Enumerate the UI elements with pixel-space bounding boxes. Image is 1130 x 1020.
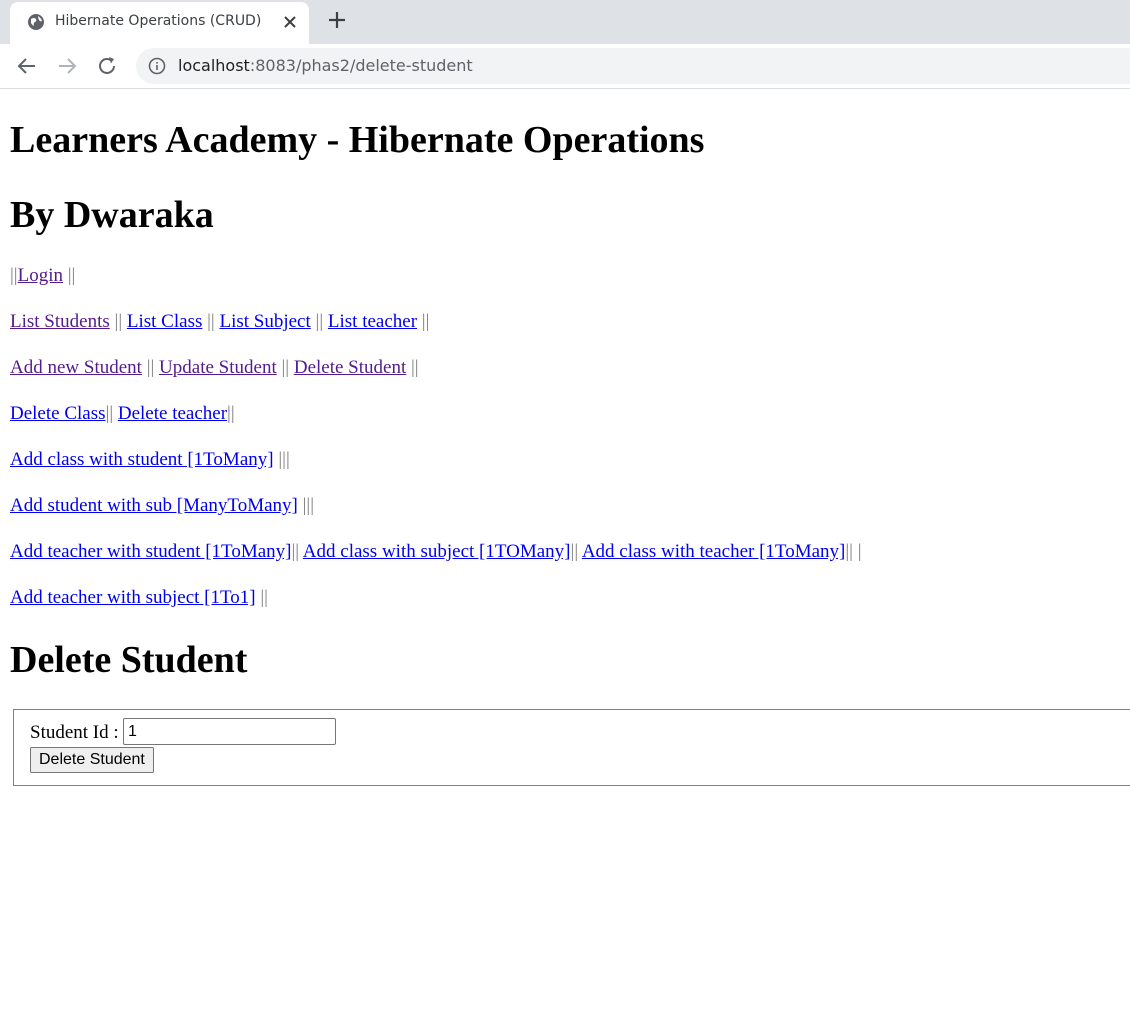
separator: || xyxy=(109,311,127,332)
separator: ||| xyxy=(273,449,290,470)
separator: || xyxy=(202,311,220,332)
update-student-link[interactable]: Update Student xyxy=(159,357,277,378)
separator: || xyxy=(141,357,160,378)
separator: || xyxy=(291,541,303,562)
separator: || xyxy=(63,265,76,286)
globe-icon xyxy=(28,14,44,30)
student-id-input[interactable] xyxy=(123,718,336,745)
close-icon[interactable] xyxy=(280,12,300,32)
separator: || | xyxy=(845,541,862,562)
separator: || xyxy=(105,403,118,424)
add-class-with-teacher-link[interactable]: Add class with teacher [1ToMany] xyxy=(582,541,846,562)
separator: || xyxy=(227,403,235,424)
tab-title: Hibernate Operations (CRUD) xyxy=(55,13,262,29)
add-student-with-sub-link[interactable]: Add student with sub [ManyToMany] xyxy=(10,495,298,516)
list-class-link[interactable]: List Class xyxy=(127,311,202,332)
delete-teacher-link[interactable]: Delete teacher xyxy=(118,403,227,424)
nav-row-student-ops: Add new Student || Update Student || Del… xyxy=(10,358,419,377)
nav-row-delete-ops: Delete Class|| Delete teacher|| xyxy=(10,404,235,423)
browser-tab[interactable]: Hibernate Operations (CRUD) xyxy=(10,2,309,44)
nav-row-student-sub: Add student with sub [ManyToMany] ||| xyxy=(10,496,314,515)
list-students-link[interactable]: List Students xyxy=(10,311,110,332)
list-subject-link[interactable]: List Subject xyxy=(219,311,310,332)
delete-student-form: Student Id : Delete Student xyxy=(13,709,1130,786)
separator: || xyxy=(255,587,268,608)
separator: || xyxy=(10,265,18,286)
add-teacher-with-student-link[interactable]: Add teacher with student [1ToMany] xyxy=(10,541,291,562)
reload-icon[interactable] xyxy=(95,54,119,78)
forward-arrow-icon[interactable] xyxy=(55,54,79,78)
author-heading: By Dwaraka xyxy=(10,194,214,236)
login-link[interactable]: Login xyxy=(18,265,63,286)
list-teacher-link[interactable]: List teacher xyxy=(328,311,417,332)
browser-toolbar: localhost:8083/phas2/delete-student xyxy=(0,44,1130,89)
nav-row-relations: Add teacher with student [1ToMany]|| Add… xyxy=(10,542,862,561)
separator: || xyxy=(570,541,582,562)
page-content: Learners Academy - Hibernate Operations … xyxy=(0,89,1130,1020)
address-bar[interactable]: localhost:8083/phas2/delete-student xyxy=(136,48,1130,84)
student-id-label: Student Id : xyxy=(30,722,119,743)
browser-tab-strip: Hibernate Operations (CRUD) xyxy=(0,0,1130,44)
nav-row-teacher-subject: Add teacher with subject [1To1] || xyxy=(10,588,268,607)
separator: ||| xyxy=(297,495,315,516)
nav-row-class-student: Add class with student [1ToMany] ||| xyxy=(10,450,290,469)
delete-student-button[interactable]: Delete Student xyxy=(30,747,154,773)
info-icon[interactable] xyxy=(148,57,166,75)
page-title: Learners Academy - Hibernate Operations xyxy=(10,119,705,161)
nav-row-lists: List Students || List Class || List Subj… xyxy=(10,312,429,331)
separator: || xyxy=(417,311,430,332)
section-title: Delete Student xyxy=(10,639,248,681)
new-tab-plus-icon[interactable] xyxy=(326,9,348,31)
url-path: :8083/phas2/delete-student xyxy=(249,56,473,75)
add-new-student-link[interactable]: Add new Student xyxy=(10,357,142,378)
url-text[interactable]: localhost:8083/phas2/delete-student xyxy=(178,56,473,75)
nav-row-login: ||Login || xyxy=(10,266,75,285)
url-host: localhost xyxy=(178,56,250,75)
back-arrow-icon[interactable] xyxy=(15,54,39,78)
separator: || xyxy=(406,357,419,378)
add-class-with-subject-link[interactable]: Add class with subject [1TOMany] xyxy=(303,541,571,562)
add-teacher-with-subject-link[interactable]: Add teacher with subject [1To1] xyxy=(10,587,256,608)
separator: || xyxy=(276,357,294,378)
delete-class-link[interactable]: Delete Class xyxy=(10,403,106,424)
separator: || xyxy=(310,311,328,332)
add-class-with-student-link[interactable]: Add class with student [1ToMany] xyxy=(10,449,274,470)
delete-student-link[interactable]: Delete Student xyxy=(294,357,406,378)
